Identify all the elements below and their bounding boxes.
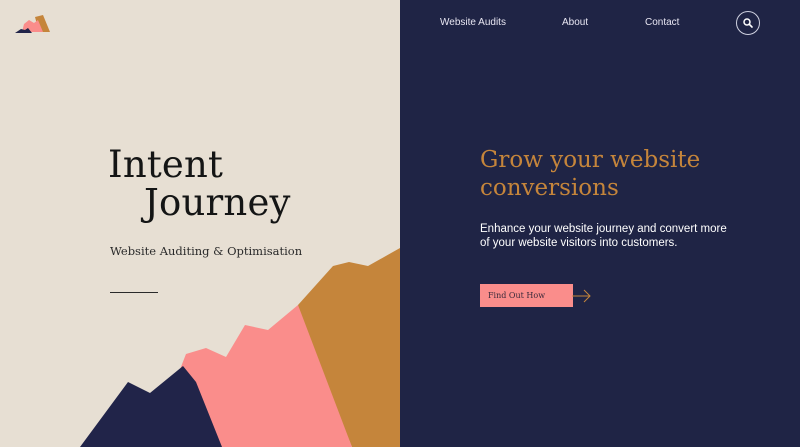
mountain-illustration	[80, 248, 400, 447]
arrow-right-icon[interactable]	[572, 289, 592, 303]
search-button[interactable]	[736, 11, 760, 35]
hero-description: Enhance your website journey and convert…	[480, 223, 727, 249]
hero-headline: Grow your website conversions	[480, 147, 701, 201]
search-icon	[743, 18, 753, 28]
left-panel: Intent Journey Website Auditing & Optimi…	[0, 0, 400, 447]
find-out-how-button[interactable]: Find Out How	[480, 284, 573, 307]
right-panel: Website Audits About Contact Grow your w…	[400, 0, 800, 447]
nav-website-audits[interactable]: Website Audits	[440, 17, 506, 28]
nav-contact[interactable]: Contact	[645, 17, 679, 28]
nav-about[interactable]: About	[562, 17, 588, 28]
